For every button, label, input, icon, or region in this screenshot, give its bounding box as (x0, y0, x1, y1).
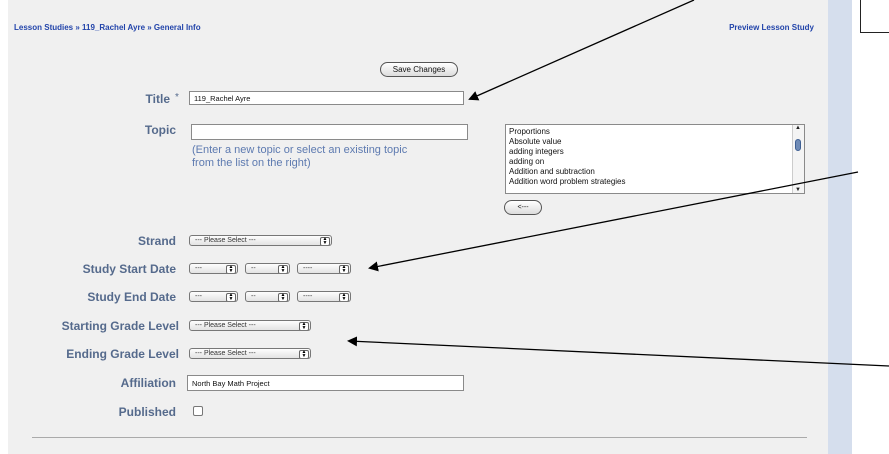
topic-input[interactable] (191, 124, 468, 140)
select-arrows-icon: ▲ ▼ (339, 265, 349, 273)
list-item[interactable]: Absolute value (506, 137, 804, 147)
right-margin (852, 0, 889, 454)
divider (32, 437, 807, 438)
list-item[interactable]: Addition word problem strategies (506, 177, 804, 187)
list-item[interactable]: Addition and subtraction (506, 167, 804, 177)
starting-grade-selected: --- Please Select --- (195, 322, 256, 329)
start-month-value: --- (195, 265, 202, 272)
published-label: Published (118, 405, 176, 419)
end-day-value: -- (251, 293, 256, 300)
end-month-value: --- (195, 293, 202, 300)
save-changes-button[interactable]: Save Changes (380, 62, 458, 77)
sidebar-stripe (828, 0, 852, 454)
select-arrows-icon: ▲ ▼ (226, 265, 236, 273)
breadcrumb[interactable]: Lesson Studies » 119_Rachel Ayre » Gener… (14, 23, 201, 32)
title-input[interactable]: 119_Rachel Ayre (189, 91, 464, 105)
add-topic-button[interactable]: <--- (504, 200, 542, 215)
title-label: Title (0, 92, 170, 106)
affiliation-label: Affiliation (120, 376, 176, 390)
select-arrows-icon: ▲ ▼ (339, 293, 349, 301)
scroll-up-icon[interactable]: ▲ (795, 125, 801, 131)
scroll-down-icon[interactable]: ▼ (795, 187, 801, 193)
end-year-value: ---- (303, 293, 313, 300)
select-arrows-icon: ▲ ▼ (278, 265, 288, 273)
end-day-select[interactable]: -- ▲ ▼ (245, 291, 290, 302)
required-asterisk: * (175, 92, 179, 103)
ending-grade-selected: --- Please Select --- (195, 350, 256, 357)
select-arrows-icon: ▲ ▼ (299, 322, 309, 330)
end-year-select[interactable]: ---- ▲ ▼ (297, 291, 351, 302)
topic-list[interactable]: Proportions Absolute value adding intege… (505, 124, 805, 194)
start-month-select[interactable]: --- ▲ ▼ (189, 263, 238, 274)
published-checkbox[interactable] (193, 406, 203, 416)
select-arrows-icon: ▲ ▼ (226, 293, 236, 301)
study-start-date-label: Study Start Date (82, 262, 176, 276)
study-end-date-label: Study End Date (87, 290, 176, 304)
end-month-select[interactable]: --- ▲ ▼ (189, 291, 238, 302)
start-day-select[interactable]: -- ▲ ▼ (245, 263, 290, 274)
start-year-value: ---- (303, 265, 313, 272)
list-item[interactable]: Proportions (506, 127, 804, 137)
list-item[interactable]: adding on (506, 157, 804, 167)
topic-list-scrollbar[interactable]: ▲ ▼ (792, 125, 804, 193)
scroll-thumb[interactable] (795, 139, 801, 151)
starting-grade-level-label: Starting Grade Level (61, 319, 179, 333)
strand-label: Strand (137, 234, 176, 248)
ending-grade-level-label: Ending Grade Level (66, 347, 179, 361)
topic-label: Topic (144, 123, 176, 137)
strand-selected: --- Please Select --- (195, 237, 256, 244)
start-year-select[interactable]: ---- ▲ ▼ (297, 263, 351, 274)
select-arrows-icon: ▲ ▼ (299, 350, 309, 358)
strand-select[interactable]: --- Please Select --- ▲ ▼ (189, 235, 332, 246)
topic-hint: (Enter a new topic or select an existing… (192, 144, 408, 169)
start-day-value: -- (251, 265, 256, 272)
preview-lesson-study-link[interactable]: Preview Lesson Study (729, 23, 814, 32)
select-arrows-icon: ▲ ▼ (278, 293, 288, 301)
starting-grade-level-select[interactable]: --- Please Select --- ▲ ▼ (189, 320, 311, 331)
callout-box (860, 0, 889, 33)
title-label-text: Title (145, 92, 170, 106)
select-arrows-icon: ▲ ▼ (320, 237, 330, 245)
affiliation-input[interactable]: North Bay Math Project (187, 375, 464, 391)
list-item[interactable]: adding integers (506, 147, 804, 157)
ending-grade-level-select[interactable]: --- Please Select --- ▲ ▼ (189, 348, 311, 359)
